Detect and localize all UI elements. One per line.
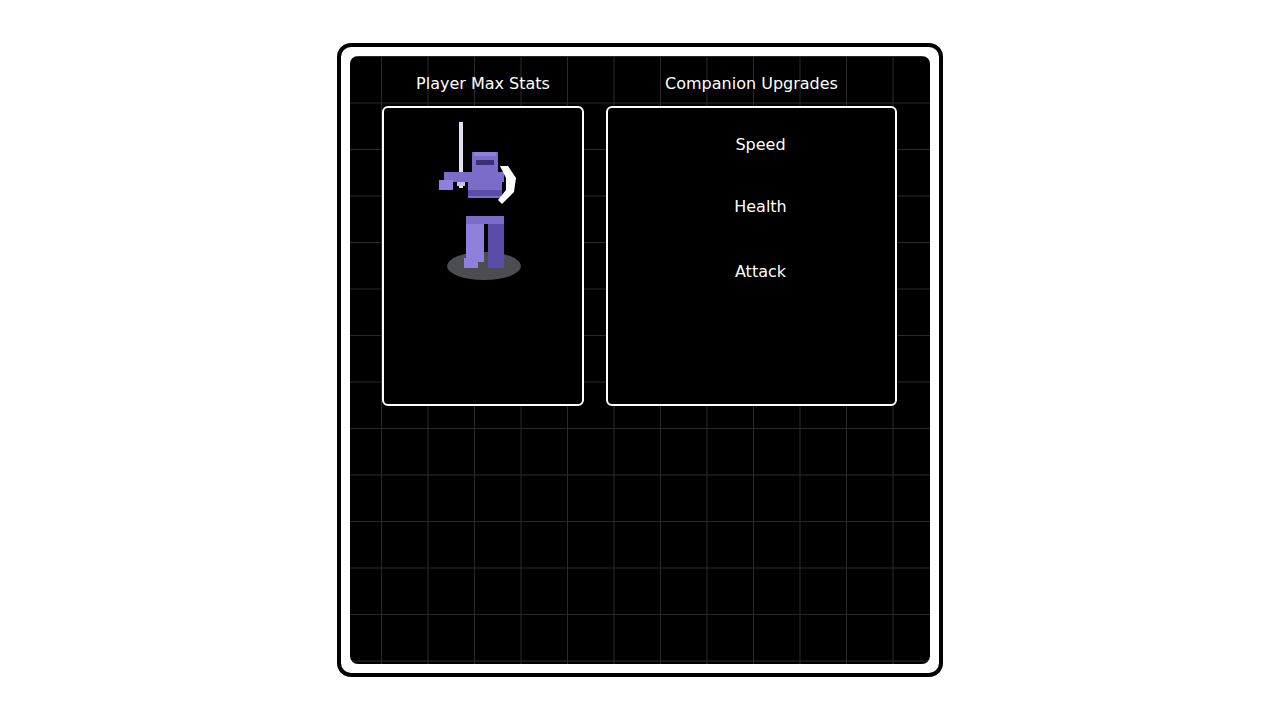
panel-column: Player Max Stats <box>382 72 584 406</box>
upgrade-option[interactable]: Attack <box>735 261 786 283</box>
panel-title: Player Max Stats <box>382 72 584 96</box>
panel-column: Companion Upgrades Speed Health Attack <box>606 72 897 406</box>
upgrade-option[interactable]: Health <box>734 196 787 218</box>
upgrade-panel: Speed Health Attack <box>606 106 897 406</box>
knight-icon <box>384 108 582 404</box>
portrait-panel <box>382 106 584 406</box>
upgrade-window: Player Max Stats Companion Upgrades Speed H… <box>337 43 943 677</box>
upgrade-list: Speed Health Attack <box>608 108 895 283</box>
panel-title: Companion Upgrades <box>606 72 897 96</box>
panels: Player Max Stats Companion Upgrades Speed H… <box>382 72 930 406</box>
grid-background: Player Max Stats Companion Upgrades Speed H… <box>350 56 930 664</box>
upgrade-option[interactable]: Speed <box>735 134 785 156</box>
